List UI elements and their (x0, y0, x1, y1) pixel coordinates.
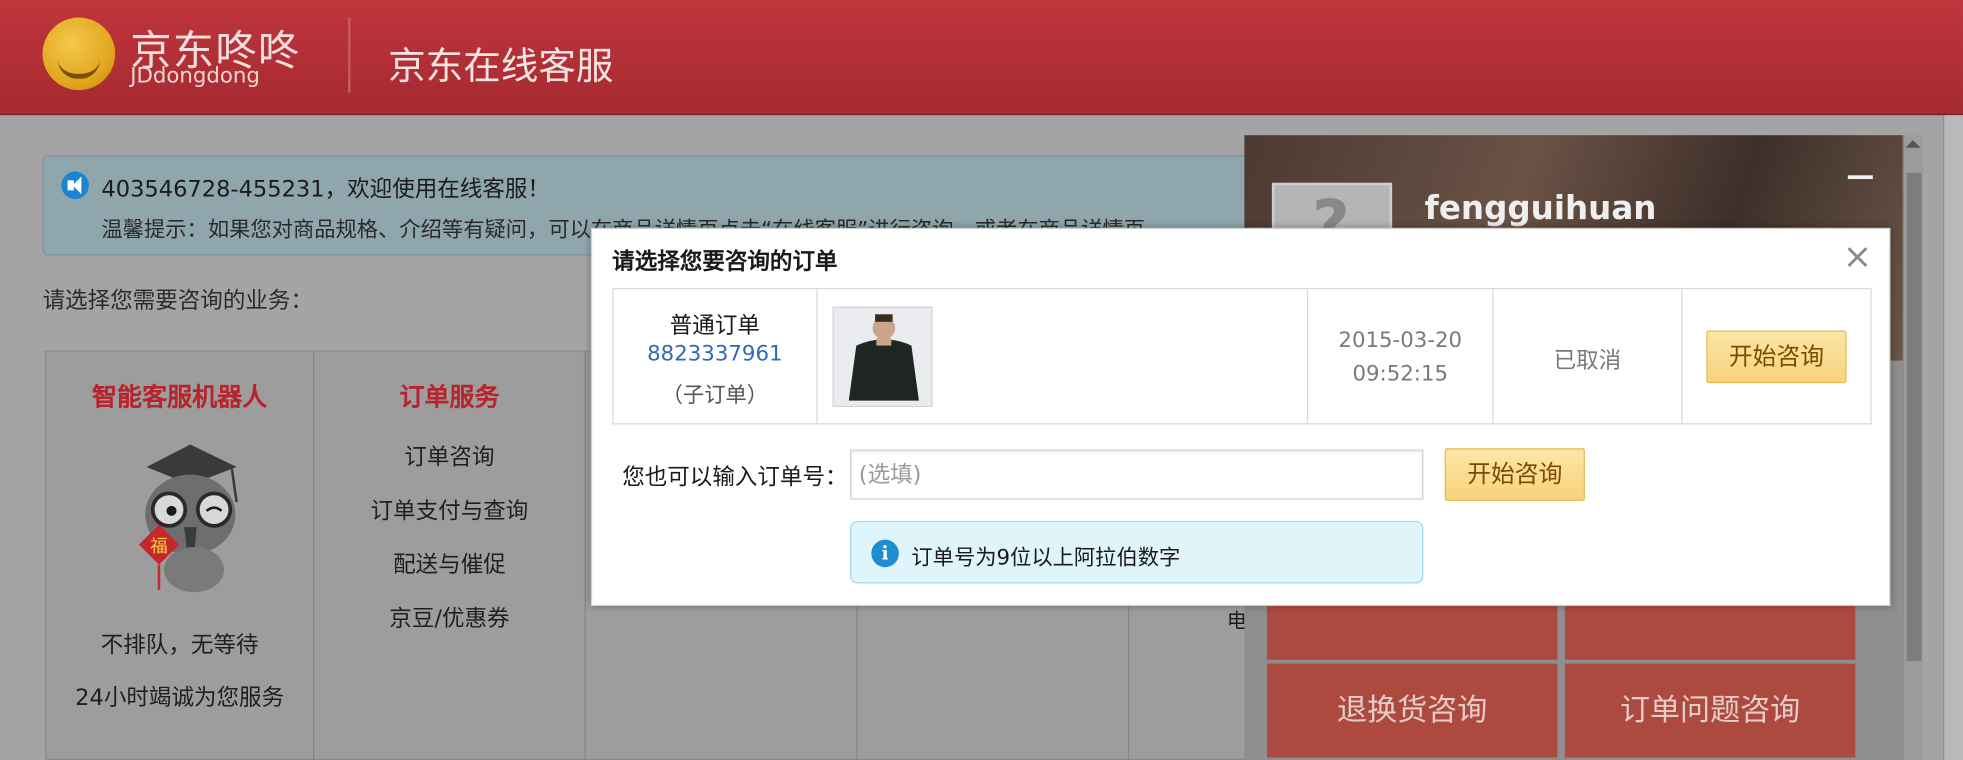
order-status-cell: 已取消 (1494, 289, 1683, 424)
order-date: 2015-03-20 09:52:15 (1308, 324, 1492, 392)
order-status: 已取消 (1553, 348, 1622, 375)
info-icon: i (871, 539, 899, 568)
order-service-item[interactable]: 订单咨询 (314, 439, 584, 472)
tile-return-consult[interactable]: 退换货咨询 (1266, 663, 1558, 758)
robot-line-1: 不排队，无等待 (100, 632, 259, 659)
order-sub-label: （子订单） (661, 383, 769, 409)
order-info-cell: 普通订单 8823337961 （子订单） (613, 289, 818, 424)
speaker-icon (61, 171, 89, 200)
order-number-link[interactable]: 8823337961 (613, 342, 816, 367)
order-row: 普通订单 8823337961 （子订单） 2015-03-20 09:52:1… (612, 287, 1872, 425)
sweater-image-icon (833, 308, 932, 406)
robot-card[interactable]: 智能客服机器人 福 不排队，无等待 24小时竭诚为您服务 (46, 351, 315, 760)
robot-mascot-icon: 福 (138, 444, 238, 593)
close-icon[interactable]: × (1843, 239, 1872, 274)
order-service-title: 订单服务 (399, 381, 500, 412)
profile-username: fengguihuan (1424, 190, 1657, 228)
robot-card-title: 智能客服机器人 (92, 381, 268, 412)
header-divider (348, 17, 351, 93)
order-service-item[interactable]: 京豆/优惠券 (314, 601, 584, 634)
order-service-item[interactable]: 订单支付与查询 (314, 493, 584, 526)
modal-title: 请选择您要咨询的订单 (612, 249, 838, 276)
scrollbar-thumb[interactable] (1906, 172, 1922, 662)
order-number-input[interactable] (850, 449, 1424, 500)
order-input-label: 您也可以输入订单号： (622, 464, 848, 491)
svg-text:福: 福 (150, 537, 168, 557)
product-thumbnail[interactable] (832, 306, 933, 407)
header-bar: 京东咚咚 JDdongdong 京东在线客服 (0, 0, 1963, 116)
order-date-time: 09:52:15 (1352, 361, 1449, 387)
order-service-card: 订单服务 订单咨询 订单支付与查询 配送与催促 京豆/优惠券 (314, 351, 586, 760)
order-date-day: 2015-03-20 (1338, 328, 1463, 354)
business-label: 请选择您需要咨询的业务： (42, 287, 313, 315)
start-consult-button[interactable]: 开始咨询 (1706, 330, 1847, 384)
page-title: 京东在线客服 (388, 45, 614, 89)
order-select-modal: 请选择您要咨询的订单 × 普通订单 8823337961 （子订单） 2015-… (590, 227, 1891, 607)
order-date-cell: 2015-03-20 09:52:15 (1308, 289, 1494, 424)
minimize-icon[interactable] (1847, 175, 1873, 180)
window-edge (1942, 115, 1963, 760)
start-consult-input-button[interactable]: 开始咨询 (1444, 448, 1585, 501)
product-cell (817, 289, 1309, 424)
order-number-hint: i 订单号为9位以上阿拉伯数字 (850, 520, 1424, 584)
hint-text: 订单号为9位以上阿拉伯数字 (911, 545, 1181, 571)
order-service-item[interactable]: 配送与催促 (314, 547, 584, 580)
welcome-text: 403546728-455231，欢迎使用在线客服！ (101, 176, 550, 203)
scrollbar[interactable] (1902, 135, 1923, 760)
order-action-cell: 开始咨询 (1683, 289, 1871, 423)
tile-order-issue[interactable]: 订单问题咨询 (1564, 663, 1856, 758)
robot-line-2: 24小时竭诚为您服务 (75, 684, 285, 712)
order-type: 普通订单 (669, 313, 760, 340)
scroll-up-icon[interactable] (1905, 140, 1921, 148)
logo-subtext: JDdongdong (130, 63, 260, 89)
app-window: 京东咚咚 JDdongdong 京东在线客服 403546728-455231，… (0, 0, 1963, 760)
jd-dongdong-logo-icon (42, 17, 116, 91)
